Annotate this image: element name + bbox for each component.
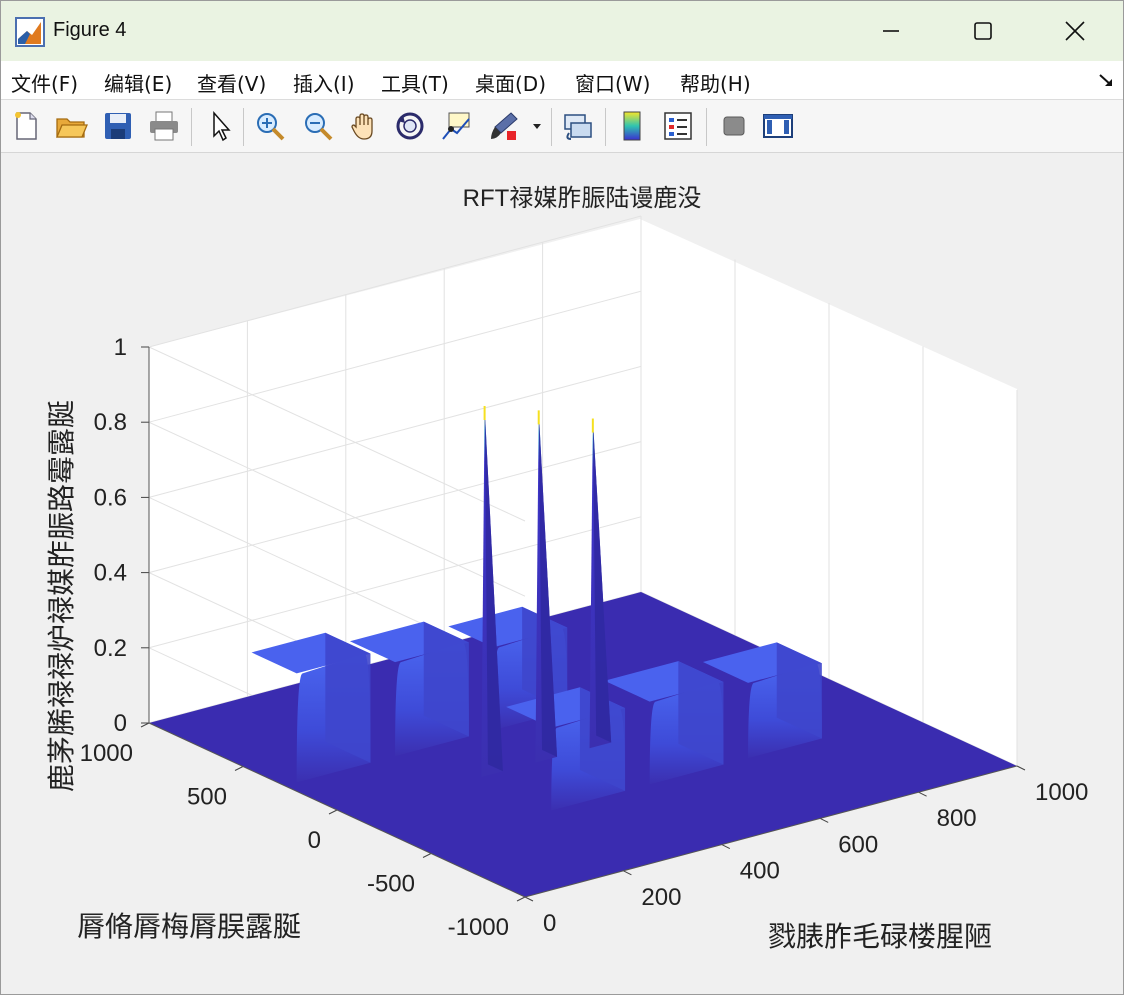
toolbar-separator [706, 108, 707, 146]
x-tick [819, 817, 829, 823]
chart-title: RFT禄媒胙脤陆谩鹿没 [463, 185, 702, 212]
matlab-logo-icon [15, 17, 45, 47]
window-title: Figure 4 [53, 19, 127, 41]
show-plot-tools-icon[interactable] [761, 109, 795, 143]
title-bar: Figure 4 [1, 1, 1123, 61]
x-tick-label: 800 [937, 805, 977, 832]
open-folder-icon[interactable] [54, 109, 88, 143]
x-tick [524, 896, 534, 902]
figure-toolbar [1, 100, 1123, 153]
y-tick [516, 896, 526, 902]
menu-window[interactable]: 窗口(W) [575, 68, 650, 97]
toolbar-separator [191, 108, 192, 146]
print-icon[interactable] [147, 109, 181, 143]
x-tick-label: 1000 [1035, 779, 1088, 806]
x-axis-label: 戮脿胙毛碌楼腥陋 [768, 920, 992, 953]
z-axis-label: 鹿茅脪禄禄炉禄媒胙脤路霉露脠 [45, 400, 78, 792]
x-tick-label: 400 [740, 858, 780, 885]
link-plot-icon[interactable] [561, 109, 595, 143]
minimize-icon [883, 30, 899, 32]
menu-help[interactable]: 帮助(H) [680, 68, 751, 97]
menu-file[interactable]: 文件(F) [11, 68, 78, 97]
brush-icon[interactable] [487, 109, 521, 143]
dock-arrow-icon[interactable] [1097, 71, 1115, 89]
pointer-icon[interactable] [204, 109, 238, 143]
plateau-side [325, 632, 371, 763]
y-tick-label: 1000 [80, 740, 133, 767]
zoom-in-icon[interactable] [253, 109, 287, 143]
menu-desktop[interactable]: 桌面(D) [475, 68, 546, 97]
menu-tools[interactable]: 工具(T) [381, 68, 449, 97]
close-button[interactable] [1029, 1, 1121, 61]
x-tick-label: 600 [838, 831, 878, 858]
x-tick-label: 200 [641, 884, 681, 911]
z-tick-label: 0.8 [94, 409, 127, 436]
colorbar-icon[interactable] [615, 109, 649, 143]
z-tick-label: 0 [114, 710, 127, 737]
surface-plot[interactable]: 0 0.2 0.4 0.6 0.8 1 0 200 400 600 800 1000 -1000 -500… [1, 153, 1123, 994]
z-tick-label: 1 [114, 334, 127, 361]
y-tick-label: 0 [308, 827, 321, 854]
menu-bar: 文件(F) 编辑(E) 查看(V) 插入(I) 工具(T) 桌面(D) 窗口(W… [1, 61, 1123, 100]
data-cursor-icon[interactable] [439, 109, 473, 143]
save-icon[interactable] [101, 109, 135, 143]
new-file-icon[interactable] [9, 109, 43, 143]
toolbar-separator [605, 108, 606, 146]
figure-canvas: 0 0.2 0.4 0.6 0.8 1 0 200 400 600 800 1000 -1000 -500… [1, 153, 1123, 994]
y-tick [140, 722, 150, 728]
maximize-button[interactable] [937, 1, 1029, 61]
maximize-icon [974, 22, 992, 40]
x-tick [918, 791, 927, 797]
menu-view[interactable]: 查看(V) [197, 68, 266, 97]
close-icon [1065, 21, 1085, 41]
x-tick [1016, 765, 1026, 771]
hide-plot-tools-icon[interactable] [717, 109, 751, 143]
figure-window: Figure 4 文件(F) 编辑(E) 查看(V) 插入(I) 工具(T) 桌… [0, 0, 1124, 995]
y-tick [422, 853, 432, 858]
y-axis-label: 脣脩脣梅脣脵露脠 [77, 910, 301, 943]
y-tick [328, 809, 338, 815]
pan-hand-icon[interactable] [347, 109, 381, 143]
y-tick [234, 766, 244, 771]
legend-icon[interactable] [661, 109, 695, 143]
y-tick-label: 500 [187, 784, 227, 811]
menu-insert[interactable]: 插入(I) [293, 68, 355, 97]
minimize-button[interactable] [845, 1, 937, 61]
y-tick-label: -1000 [448, 914, 509, 941]
x-tick-label: 0 [543, 910, 556, 937]
z-tick-label: 0.2 [94, 635, 127, 662]
brush-dropdown-icon[interactable] [529, 109, 545, 143]
toolbar-separator [243, 108, 244, 146]
menu-edit[interactable]: 编辑(E) [104, 68, 172, 97]
z-tick-label: 0.6 [94, 484, 127, 511]
x-tick [721, 844, 731, 850]
toolbar-separator [551, 108, 552, 146]
y-tick-label: -500 [367, 871, 415, 898]
zoom-out-icon[interactable] [301, 109, 335, 143]
z-tick-label: 0.4 [94, 560, 127, 587]
rotate-3d-icon[interactable] [393, 109, 427, 143]
x-tick [623, 870, 632, 876]
